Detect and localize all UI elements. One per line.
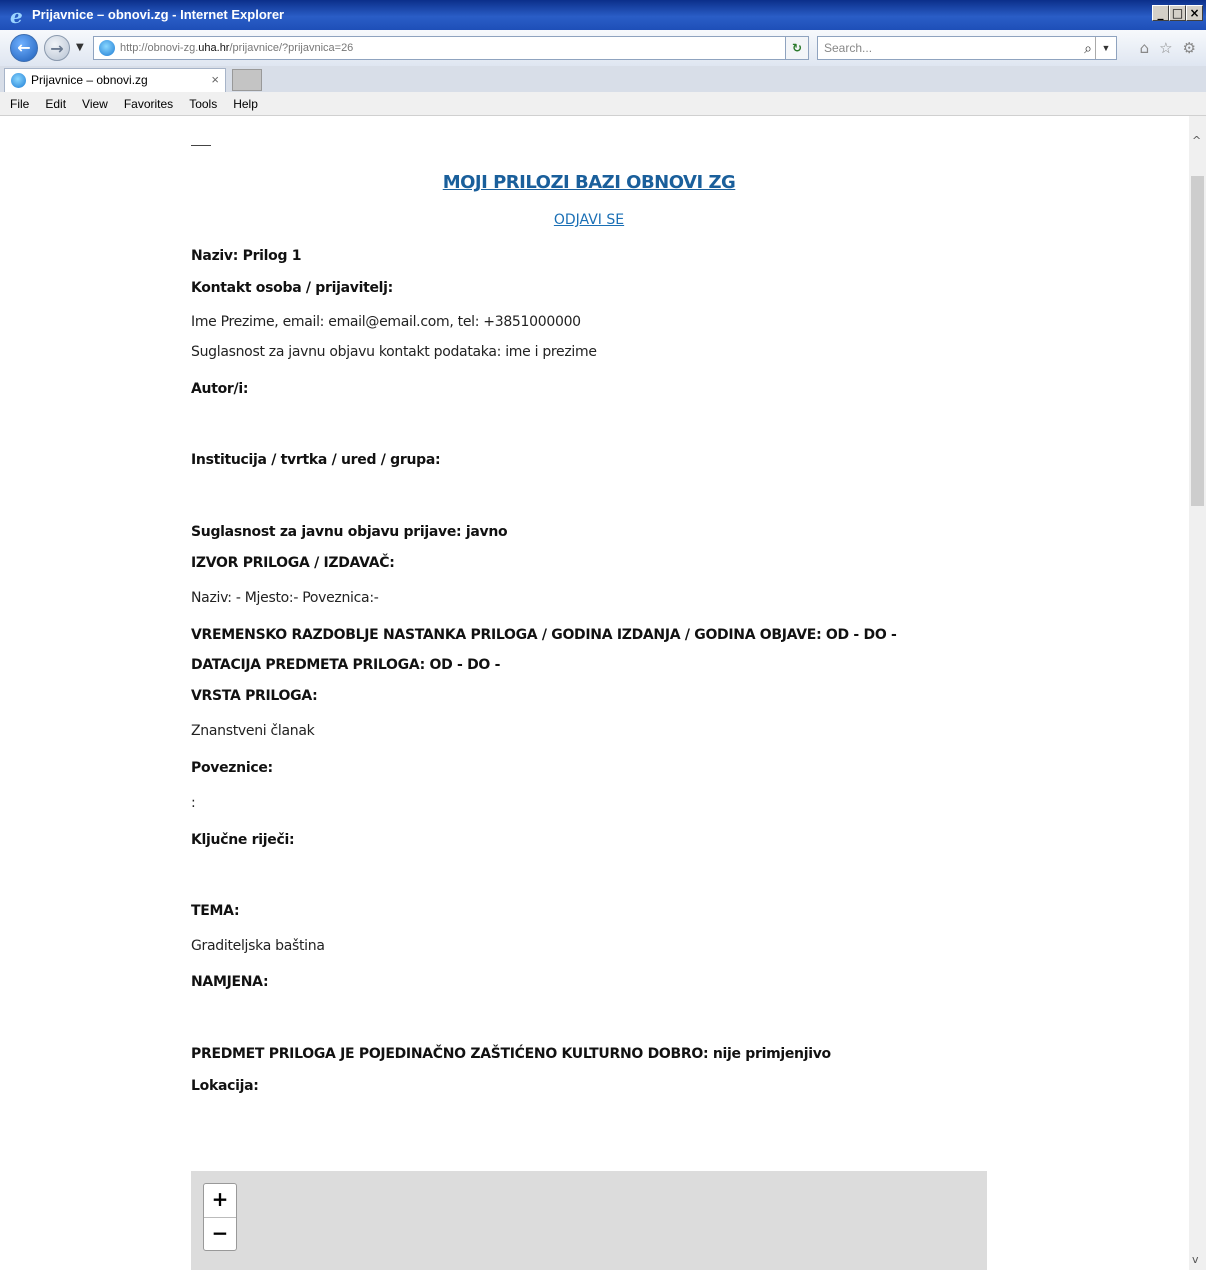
- field-namjena-label: NAMJENA:: [191, 974, 269, 990]
- field-autori-label: Autor/i:: [191, 381, 249, 397]
- search-input[interactable]: Search... ⌕ ▼: [817, 36, 1117, 60]
- map-zoom-control: + −: [203, 1183, 237, 1251]
- menu-help[interactable]: Help: [233, 92, 258, 115]
- url-prefix: http://obnovi-zg.: [120, 42, 199, 54]
- address-toolbar: ← → ▼ http://obnovi-zg.uha.hr/prijavnice…: [0, 30, 1206, 67]
- vertical-scrollbar[interactable]: ^ v: [1189, 116, 1206, 1270]
- menu-favorites[interactable]: Favorites: [124, 92, 173, 115]
- tab-close-icon[interactable]: ×: [211, 69, 219, 91]
- window-title: Prijavnice – obnovi.zg - Internet Explor…: [32, 7, 285, 22]
- page-icon: [99, 40, 115, 56]
- page-content: MOJI PRILOZI BAZI OBNOVI ZG ODJAVI SE Na…: [0, 116, 1189, 1270]
- zoom-in-button[interactable]: +: [204, 1184, 236, 1218]
- menu-tools[interactable]: Tools: [189, 92, 217, 115]
- address-input[interactable]: http://obnovi-zg.uha.hr/prijavnice/?prij…: [93, 36, 807, 60]
- menu-view[interactable]: View: [82, 92, 108, 115]
- field-poveznice-value: :: [191, 795, 196, 811]
- field-vremensko-razdoblje: VREMENSKO RAZDOBLJE NASTANKA PRILOGA / G…: [191, 627, 897, 643]
- menu-file[interactable]: File: [10, 92, 29, 115]
- field-datacija: DATACIJA PREDMETA PRILOGA: OD - DO -: [191, 657, 501, 673]
- field-naziv: Naziv: Prilog 1: [191, 248, 302, 264]
- scroll-up-icon[interactable]: ^: [1192, 134, 1201, 147]
- field-institucija-label: Institucija / tvrtka / ured / grupa:: [191, 452, 441, 468]
- forward-button[interactable]: →: [44, 35, 70, 61]
- field-suglasnost-kontakt: Suglasnost za javnu objavu kontakt podat…: [191, 344, 597, 360]
- field-tema-value: Graditeljska baština: [191, 938, 325, 954]
- tab-strip: Prijavnice – obnovi.zg ×: [0, 66, 1206, 92]
- field-izvor-value: Naziv: - Mjesto:- Poveznica:-: [191, 590, 379, 606]
- tab-label: Prijavnice – obnovi.zg: [31, 73, 148, 87]
- new-tab-button[interactable]: [232, 69, 262, 91]
- close-button[interactable]: ×: [1186, 5, 1203, 21]
- back-button[interactable]: ←: [10, 34, 38, 62]
- scrollbar-thumb[interactable]: [1191, 176, 1204, 506]
- field-vrsta-value: Znanstveni članak: [191, 723, 315, 739]
- ie-logo-icon: e: [10, 4, 23, 28]
- history-dropdown-icon[interactable]: ▼: [76, 42, 84, 53]
- scroll-down-icon[interactable]: v: [1192, 1253, 1199, 1266]
- maximize-button[interactable]: □: [1169, 5, 1186, 21]
- minimize-button[interactable]: _: [1152, 5, 1169, 21]
- field-kontakt-label: Kontakt osoba / prijavitelj:: [191, 280, 393, 296]
- divider: [191, 145, 211, 146]
- field-kljucne-rijeci-label: Ključne riječi:: [191, 832, 295, 848]
- url-suffix: /prijavnice/?prijavnica=26: [229, 42, 354, 54]
- logout-link[interactable]: ODJAVI SE: [191, 212, 987, 228]
- home-icon[interactable]: ⌂: [1140, 39, 1150, 57]
- page-title-link[interactable]: MOJI PRILOZI BAZI OBNOVI ZG: [191, 172, 987, 193]
- tab-page-icon: [11, 73, 26, 88]
- gear-icon[interactable]: ⚙: [1183, 39, 1196, 57]
- favorites-star-icon[interactable]: ☆: [1159, 39, 1172, 57]
- url-domain: uha.hr: [198, 42, 230, 54]
- field-lokacija-label: Lokacija:: [191, 1078, 259, 1094]
- search-placeholder: Search...: [824, 41, 873, 55]
- refresh-button[interactable]: ↻: [785, 36, 809, 60]
- search-icon[interactable]: ⌕: [1084, 37, 1092, 59]
- field-kontakt-value: Ime Prezime, email: email@email.com, tel…: [191, 314, 581, 330]
- location-map[interactable]: + −: [191, 1171, 987, 1270]
- field-izvor-label: IZVOR PRILOGA / IZDAVAČ:: [191, 555, 395, 571]
- menu-bar: File Edit View Favorites Tools Help: [0, 92, 1206, 116]
- field-zasticeno-dobro: PREDMET PRILOGA JE POJEDINAČNO ZAŠTIĆENO…: [191, 1046, 831, 1062]
- field-poveznice-label: Poveznice:: [191, 760, 273, 776]
- field-suglasnost-prijave: Suglasnost za javnu objavu prijave: javn…: [191, 524, 508, 540]
- tab-prijavnice[interactable]: Prijavnice – obnovi.zg ×: [4, 68, 226, 92]
- zoom-out-button[interactable]: −: [204, 1218, 236, 1251]
- menu-edit[interactable]: Edit: [45, 92, 66, 115]
- field-tema-label: TEMA:: [191, 903, 240, 919]
- window-titlebar: e Prijavnice – obnovi.zg - Internet Expl…: [0, 0, 1206, 30]
- field-vrsta-label: VRSTA PRILOGA:: [191, 688, 318, 704]
- search-dropdown-icon[interactable]: ▼: [1095, 37, 1116, 59]
